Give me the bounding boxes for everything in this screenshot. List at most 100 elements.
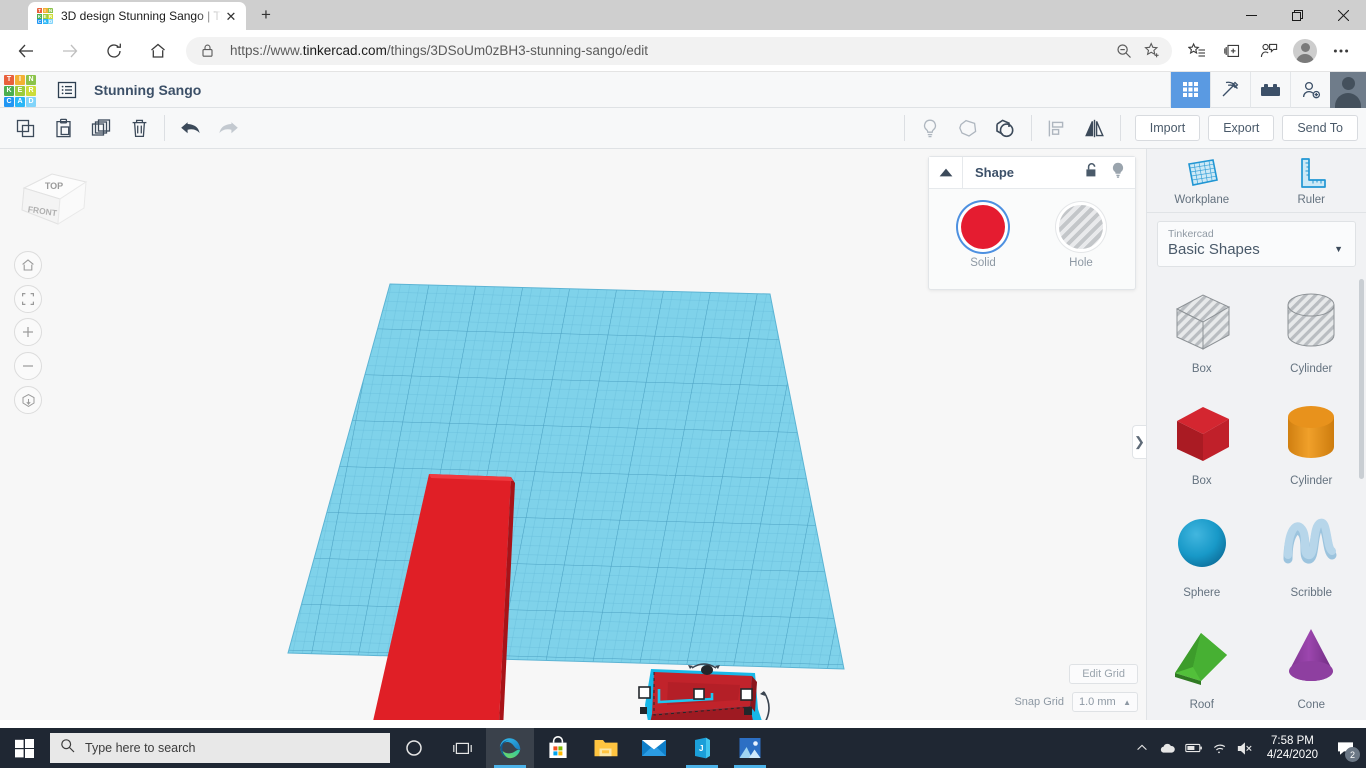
- zoom-in-button[interactable]: [14, 318, 42, 346]
- unlock-padlock-icon[interactable]: [1084, 162, 1099, 183]
- windows-start-icon[interactable]: [0, 728, 48, 768]
- user-avatar[interactable]: [1330, 71, 1366, 108]
- logo-tile-k: K: [37, 13, 42, 19]
- zoom-out-button[interactable]: [14, 352, 42, 380]
- store-icon: [549, 736, 567, 758]
- view-tools-group: Import Export Send To: [898, 111, 1366, 145]
- delete-button[interactable]: [120, 111, 158, 145]
- shape-item-roof[interactable]: Roof: [1147, 615, 1257, 723]
- taskbar-app-office[interactable]: J: [678, 728, 726, 768]
- shape-item-box-hole[interactable]: Box: [1147, 279, 1257, 387]
- solid-label: Solid: [970, 257, 996, 269]
- taskbar-app-store[interactable]: [534, 728, 582, 768]
- list-menu-icon[interactable]: [56, 79, 78, 101]
- chevron-up-icon[interactable]: [1129, 742, 1155, 754]
- close-icon[interactable]: [1320, 0, 1366, 30]
- gallery-grid-icon[interactable]: [1170, 71, 1210, 108]
- snap-grid-row: Snap Grid 1.0 mm ▲: [1014, 692, 1138, 712]
- copy-button[interactable]: [6, 111, 44, 145]
- edit-grid-button[interactable]: Edit Grid: [1069, 664, 1138, 684]
- avatar: [1293, 38, 1317, 63]
- duplicate-button[interactable]: [82, 111, 120, 145]
- taskbar-app-edge[interactable]: [486, 728, 534, 768]
- shape-panel-title: Shape: [975, 165, 1015, 180]
- new-tab-button[interactable]: +: [252, 1, 280, 29]
- add-favorite-star-icon[interactable]: [1138, 39, 1166, 63]
- chevron-right-icon[interactable]: ❯: [1132, 425, 1146, 459]
- group-button[interactable]: [987, 111, 1025, 145]
- home-view-button[interactable]: [14, 251, 42, 279]
- shape-item-cylinder-hole[interactable]: Cylinder: [1257, 279, 1366, 387]
- shape-item-cone[interactable]: Cone: [1257, 615, 1366, 723]
- profile-share-icon[interactable]: [1252, 34, 1286, 68]
- task-view-icon[interactable]: [438, 728, 486, 768]
- shape-library-grid: Box Cylinder Box Cylinder Sphere Scribbl…: [1147, 273, 1366, 723]
- tinkercad-logo[interactable]: TIN KER CAD: [2, 73, 38, 107]
- notification-count-badge: 2: [1345, 747, 1360, 762]
- close-icon[interactable]: ✕: [222, 7, 240, 25]
- shape-library-dropdown[interactable]: Tinkercad Basic Shapes ▼: [1157, 221, 1356, 267]
- view-cube[interactable]: TOP FRONT: [12, 166, 92, 236]
- taskbar-app-photos[interactable]: [726, 728, 774, 768]
- perspective-toggle-button[interactable]: [14, 386, 42, 414]
- collections-icon[interactable]: [1216, 34, 1250, 68]
- office-icon: J: [695, 737, 710, 759]
- battery-icon[interactable]: [1181, 742, 1207, 754]
- system-tray: 7:58 PM 4/24/2020 2: [1129, 728, 1366, 768]
- snap-grid-select[interactable]: 1.0 mm ▲: [1072, 692, 1138, 712]
- logo-tile-d: D: [26, 96, 36, 107]
- edit-tools-group: [0, 108, 247, 149]
- import-button[interactable]: Import: [1134, 115, 1201, 141]
- volume-muted-icon[interactable]: [1233, 741, 1259, 755]
- onedrive-cloud-icon[interactable]: [1155, 742, 1181, 755]
- shape-outline-button: [949, 111, 987, 145]
- explorer-icon: [594, 740, 618, 757]
- send-to-button[interactable]: Send To: [1282, 115, 1358, 141]
- zoom-out-icon[interactable]: [1110, 39, 1138, 63]
- height-handle: [701, 665, 713, 675]
- hole-option[interactable]: Hole: [1050, 205, 1112, 269]
- logo-tile-d: D: [48, 19, 53, 24]
- browser-tab[interactable]: TIN KER CAD 3D design Stunning Sango | Tin…: [28, 2, 246, 30]
- sidebar-tool-ruler[interactable]: Ruler: [1257, 149, 1366, 212]
- sidebar-tool-workplane[interactable]: Workplane: [1147, 149, 1257, 212]
- export-button[interactable]: Export: [1208, 115, 1275, 141]
- refresh-icon[interactable]: [96, 33, 132, 69]
- home-icon[interactable]: [140, 33, 176, 69]
- taskbar-app-mail[interactable]: [630, 728, 678, 768]
- shape-item-cylinder-solid[interactable]: Cylinder: [1257, 391, 1366, 499]
- restore-icon[interactable]: [1274, 0, 1320, 30]
- address-bar[interactable]: https://www.tinkercad.com/things/3DSoUm0…: [186, 36, 1172, 65]
- codeblocks-pickaxe-icon[interactable]: [1210, 71, 1250, 108]
- favorites-list-icon[interactable]: [1180, 34, 1214, 68]
- fit-to-view-button[interactable]: [14, 285, 42, 313]
- taskbar-clock[interactable]: 7:58 PM 4/24/2020: [1259, 734, 1328, 762]
- shape-item-label: Cone: [1297, 699, 1326, 711]
- light-bulb-icon[interactable]: [1111, 162, 1125, 184]
- paste-button[interactable]: [44, 111, 82, 145]
- add-user-icon[interactable]: [1290, 71, 1330, 108]
- minimize-icon[interactable]: [1228, 0, 1274, 30]
- lock-icon: [200, 43, 216, 59]
- svg-text:J: J: [699, 744, 703, 753]
- shape-item-scribble[interactable]: Scribble: [1257, 503, 1366, 611]
- back-arrow-icon[interactable]: [8, 33, 44, 69]
- chevron-down-icon: ▼: [1334, 244, 1343, 254]
- wifi-icon[interactable]: [1207, 742, 1233, 755]
- account-avatar-icon[interactable]: [1288, 34, 1322, 68]
- mirror-button[interactable]: [1076, 111, 1114, 145]
- search-input[interactable]: Type here to search: [50, 733, 390, 763]
- settings-ellipsis-icon[interactable]: [1324, 34, 1358, 68]
- collapse-triangle-icon[interactable]: [929, 156, 963, 189]
- sidebar-scrollbar[interactable]: [1359, 279, 1364, 479]
- lego-brick-icon[interactable]: [1250, 71, 1290, 108]
- solid-option[interactable]: Solid: [952, 205, 1014, 269]
- shape-item-box-solid[interactable]: Box: [1147, 391, 1257, 499]
- shape-item-sphere[interactable]: Sphere: [1147, 503, 1257, 611]
- notifications-icon[interactable]: 2: [1328, 728, 1362, 768]
- logo-tile-r: R: [26, 85, 36, 96]
- undo-button[interactable]: [171, 111, 209, 145]
- taskbar-app-explorer[interactable]: [582, 728, 630, 768]
- tinkercad-favicon-icon: TIN KER CAD: [37, 8, 53, 24]
- cortana-circle-icon[interactable]: [390, 728, 438, 768]
